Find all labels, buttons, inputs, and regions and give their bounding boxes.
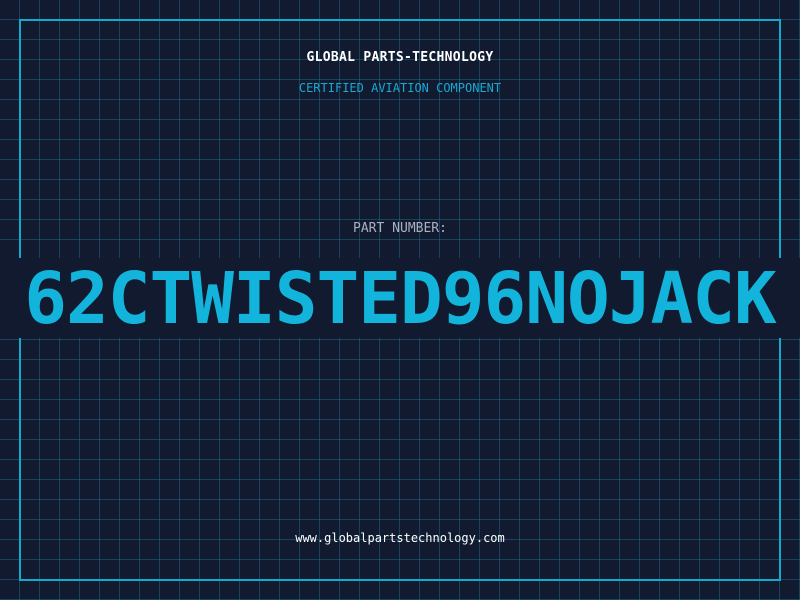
certificate-page: GLOBAL PARTS-TECHNOLOGY CERTIFIED AVIATI… bbox=[0, 0, 800, 600]
certification-subtitle: CERTIFIED AVIATION COMPONENT bbox=[298, 81, 502, 95]
part-number-label: PART NUMBER: bbox=[353, 221, 447, 236]
website-url: www.globalpartstechnology.com bbox=[295, 531, 505, 545]
part-number-value: 62CTWISTED96NOJACK bbox=[24, 257, 776, 340]
company-name: GLOBAL PARTS-TECHNOLOGY bbox=[306, 50, 494, 65]
